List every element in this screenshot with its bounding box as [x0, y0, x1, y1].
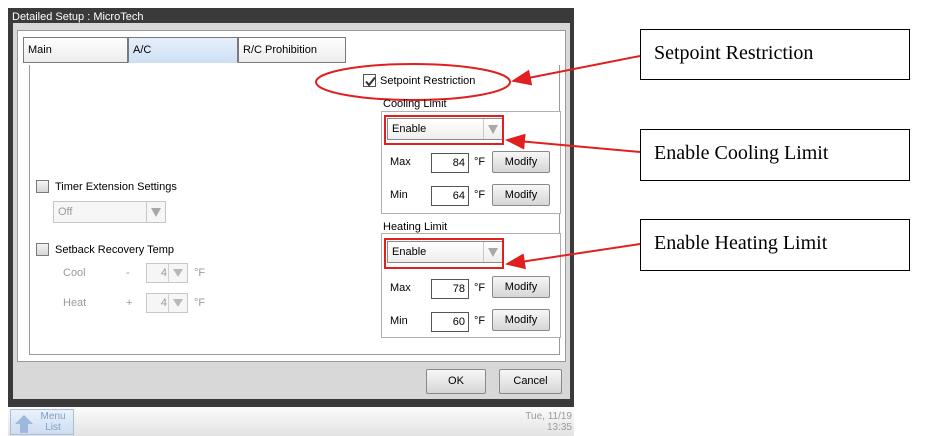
annotation-arrows — [505, 55, 641, 270]
arrow-to-heating — [505, 243, 641, 270]
arrow-to-cooling — [505, 133, 641, 153]
arrow-to-setpoint — [511, 55, 641, 86]
